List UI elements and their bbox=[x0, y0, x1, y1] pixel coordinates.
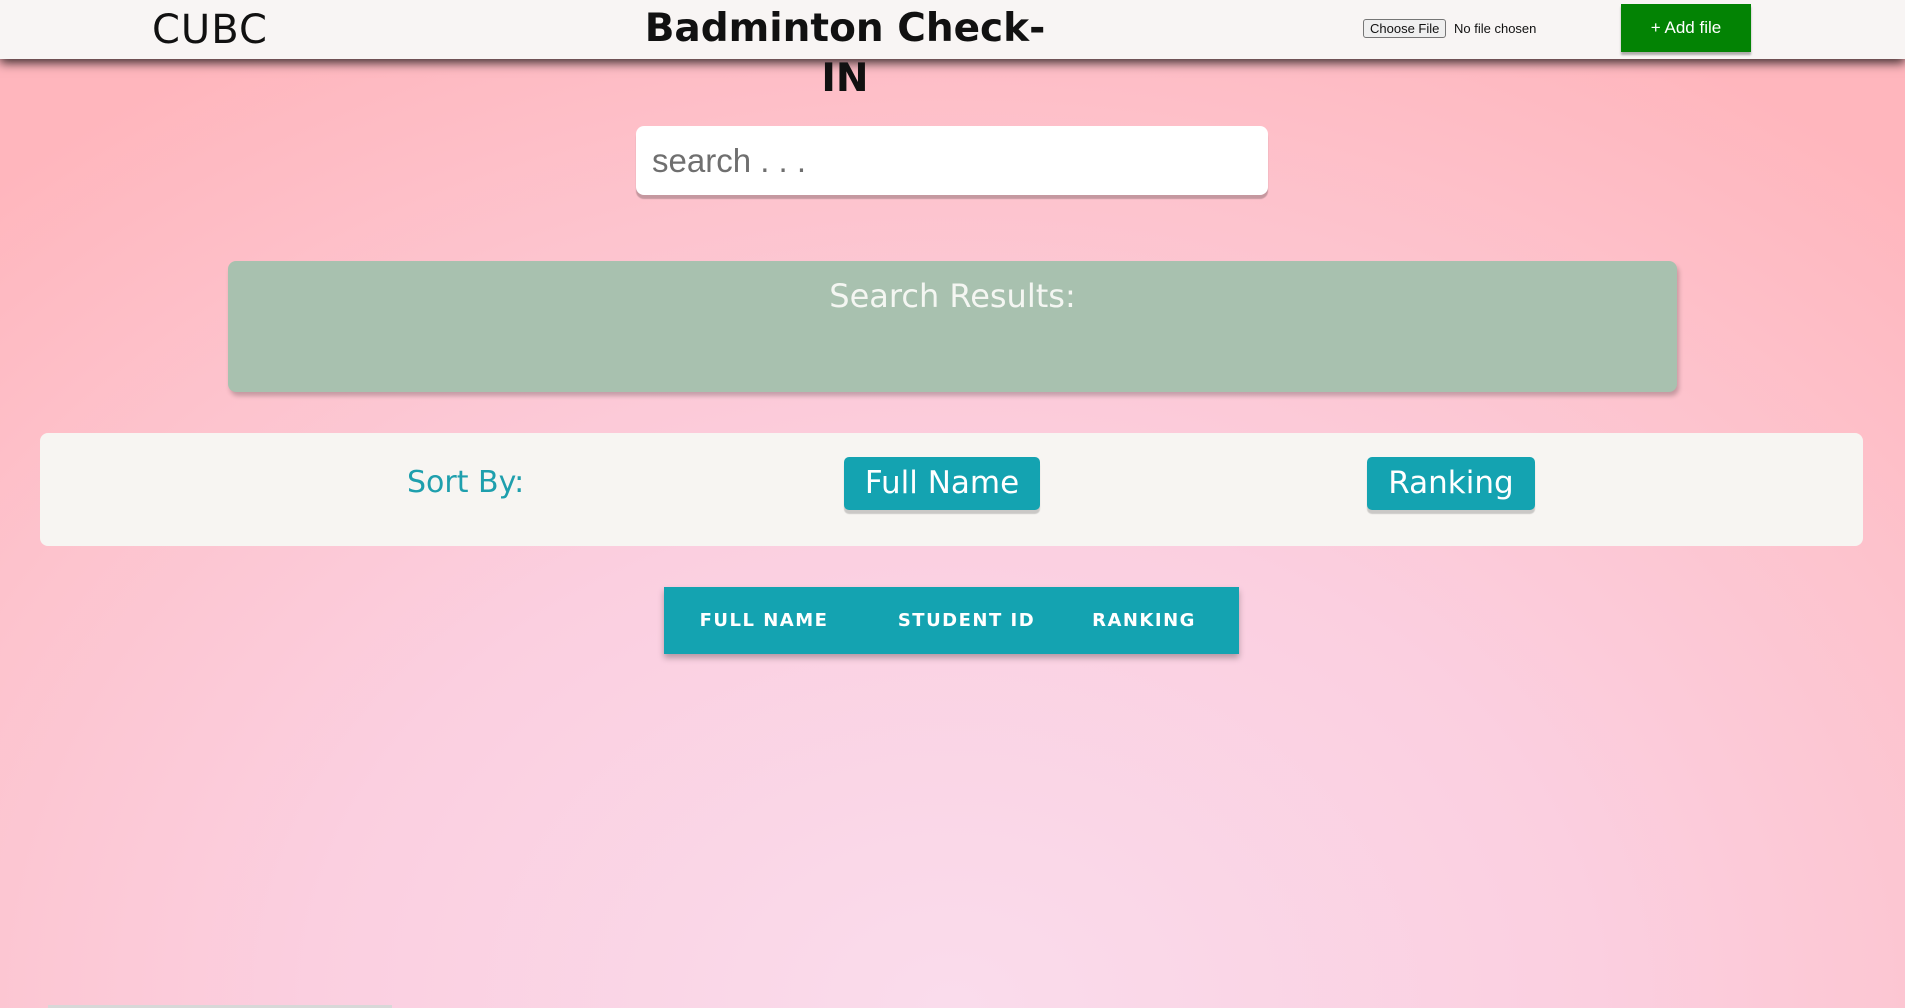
players-table-header: FULL NAME STUDENT ID RANKING bbox=[664, 587, 1239, 654]
brand-logo-text: CUBC bbox=[152, 7, 268, 53]
column-header-ranking[interactable]: RANKING bbox=[1074, 587, 1214, 654]
column-header-student-id[interactable]: STUDENT ID bbox=[879, 587, 1054, 654]
sort-bar: Sort By: Full Name Ranking bbox=[40, 433, 1863, 546]
search-input[interactable] bbox=[652, 126, 1252, 195]
search-results-panel: Search Results: bbox=[228, 261, 1677, 392]
sort-by-label: Sort By: bbox=[407, 465, 525, 500]
column-header-full-name[interactable]: FULL NAME bbox=[684, 587, 844, 654]
search-box bbox=[636, 126, 1268, 195]
file-status-text: No file chosen bbox=[1454, 21, 1537, 36]
page-title: Badminton Check-IN bbox=[644, 6, 1046, 101]
choose-file-button[interactable]: Choose File bbox=[1363, 19, 1447, 38]
add-file-button[interactable]: + Add file bbox=[1621, 4, 1751, 52]
top-navbar: CUBC Badminton Check-IN Choose File No f… bbox=[0, 0, 1905, 101]
sort-full-name-button[interactable]: Full Name bbox=[844, 457, 1040, 510]
sort-ranking-button[interactable]: Ranking bbox=[1367, 457, 1535, 510]
search-results-title: Search Results: bbox=[829, 277, 1076, 315]
